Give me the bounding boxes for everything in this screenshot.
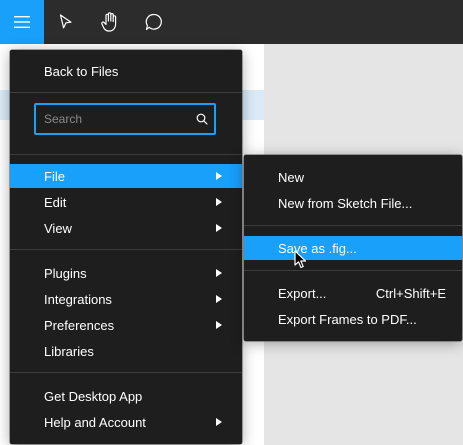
- menu-item-label: Edit: [44, 194, 67, 210]
- move-tool-button[interactable]: [44, 0, 88, 44]
- submenu-item-label: Export...: [278, 285, 327, 301]
- submenu-item-new-from-sketch[interactable]: New from Sketch File...: [244, 191, 462, 215]
- top-toolbar: [0, 0, 463, 44]
- submenu-item-export-frames-pdf[interactable]: Export Frames to PDF...: [244, 307, 462, 331]
- main-menu: Back to Files File Edit View Plugins Int…: [10, 50, 242, 444]
- hand-icon: [101, 12, 117, 32]
- menu-divider: [10, 154, 242, 155]
- submenu-item-label: Save as .fig...: [278, 240, 357, 256]
- search-icon: [196, 113, 208, 125]
- search-input[interactable]: [36, 105, 214, 133]
- hamburger-menu-icon: [14, 16, 30, 28]
- menu-divider: [244, 270, 462, 271]
- menu-item-integrations[interactable]: Integrations: [10, 287, 242, 311]
- search-box[interactable]: [34, 103, 216, 135]
- submenu-item-export[interactable]: Export... Ctrl+Shift+E: [244, 281, 462, 305]
- mouse-pointer-icon: [294, 250, 307, 269]
- chevron-right-icon: [216, 224, 222, 232]
- menu-item-back-to-files[interactable]: Back to Files: [10, 59, 242, 83]
- file-submenu: New New from Sketch File... Save as .fig…: [244, 155, 462, 341]
- menu-item-label: Preferences: [44, 317, 115, 333]
- chevron-right-icon: [216, 295, 222, 303]
- menu-divider: [10, 249, 242, 250]
- chevron-right-icon: [216, 418, 222, 426]
- submenu-item-label: Export Frames to PDF...: [278, 311, 417, 327]
- submenu-item-label: New: [278, 169, 305, 185]
- submenu-item-label: New from Sketch File...: [278, 195, 413, 211]
- menu-item-help-and-account[interactable]: Help and Account: [10, 410, 242, 434]
- menu-item-edit[interactable]: Edit: [10, 190, 242, 214]
- comment-icon: [145, 13, 162, 31]
- menu-item-label: Back to Files: [44, 63, 119, 79]
- chevron-right-icon: [216, 269, 222, 277]
- menu-item-label: Libraries: [44, 343, 94, 359]
- menu-item-label: Get Desktop App: [44, 388, 143, 404]
- submenu-item-new[interactable]: New: [244, 165, 462, 189]
- menu-item-view[interactable]: View: [10, 216, 242, 240]
- menu-item-plugins[interactable]: Plugins: [10, 261, 242, 285]
- chevron-right-icon: [216, 172, 222, 180]
- submenu-item-save-as-fig[interactable]: Save as .fig...: [244, 236, 462, 260]
- menu-divider: [10, 92, 242, 93]
- move-cursor-icon: [59, 14, 72, 29]
- chevron-right-icon: [216, 198, 222, 206]
- hand-tool-button[interactable]: [88, 0, 132, 44]
- menu-item-preferences[interactable]: Preferences: [10, 313, 242, 337]
- menu-item-label: Help and Account: [44, 414, 146, 430]
- menu-item-label: Plugins: [44, 265, 87, 281]
- menu-divider: [244, 225, 462, 226]
- menu-item-libraries[interactable]: Libraries: [10, 339, 242, 363]
- chevron-right-icon: [216, 321, 222, 329]
- main-menu-button[interactable]: [0, 0, 44, 44]
- menu-divider: [10, 372, 242, 373]
- comment-tool-button[interactable]: [132, 0, 176, 44]
- menu-item-label: File: [44, 168, 65, 184]
- menu-item-label: View: [44, 220, 72, 236]
- menu-item-label: Integrations: [44, 291, 112, 307]
- keyboard-shortcut: Ctrl+Shift+E: [375, 286, 446, 301]
- menu-item-get-desktop-app[interactable]: Get Desktop App: [10, 384, 242, 408]
- menu-item-file[interactable]: File: [10, 164, 242, 188]
